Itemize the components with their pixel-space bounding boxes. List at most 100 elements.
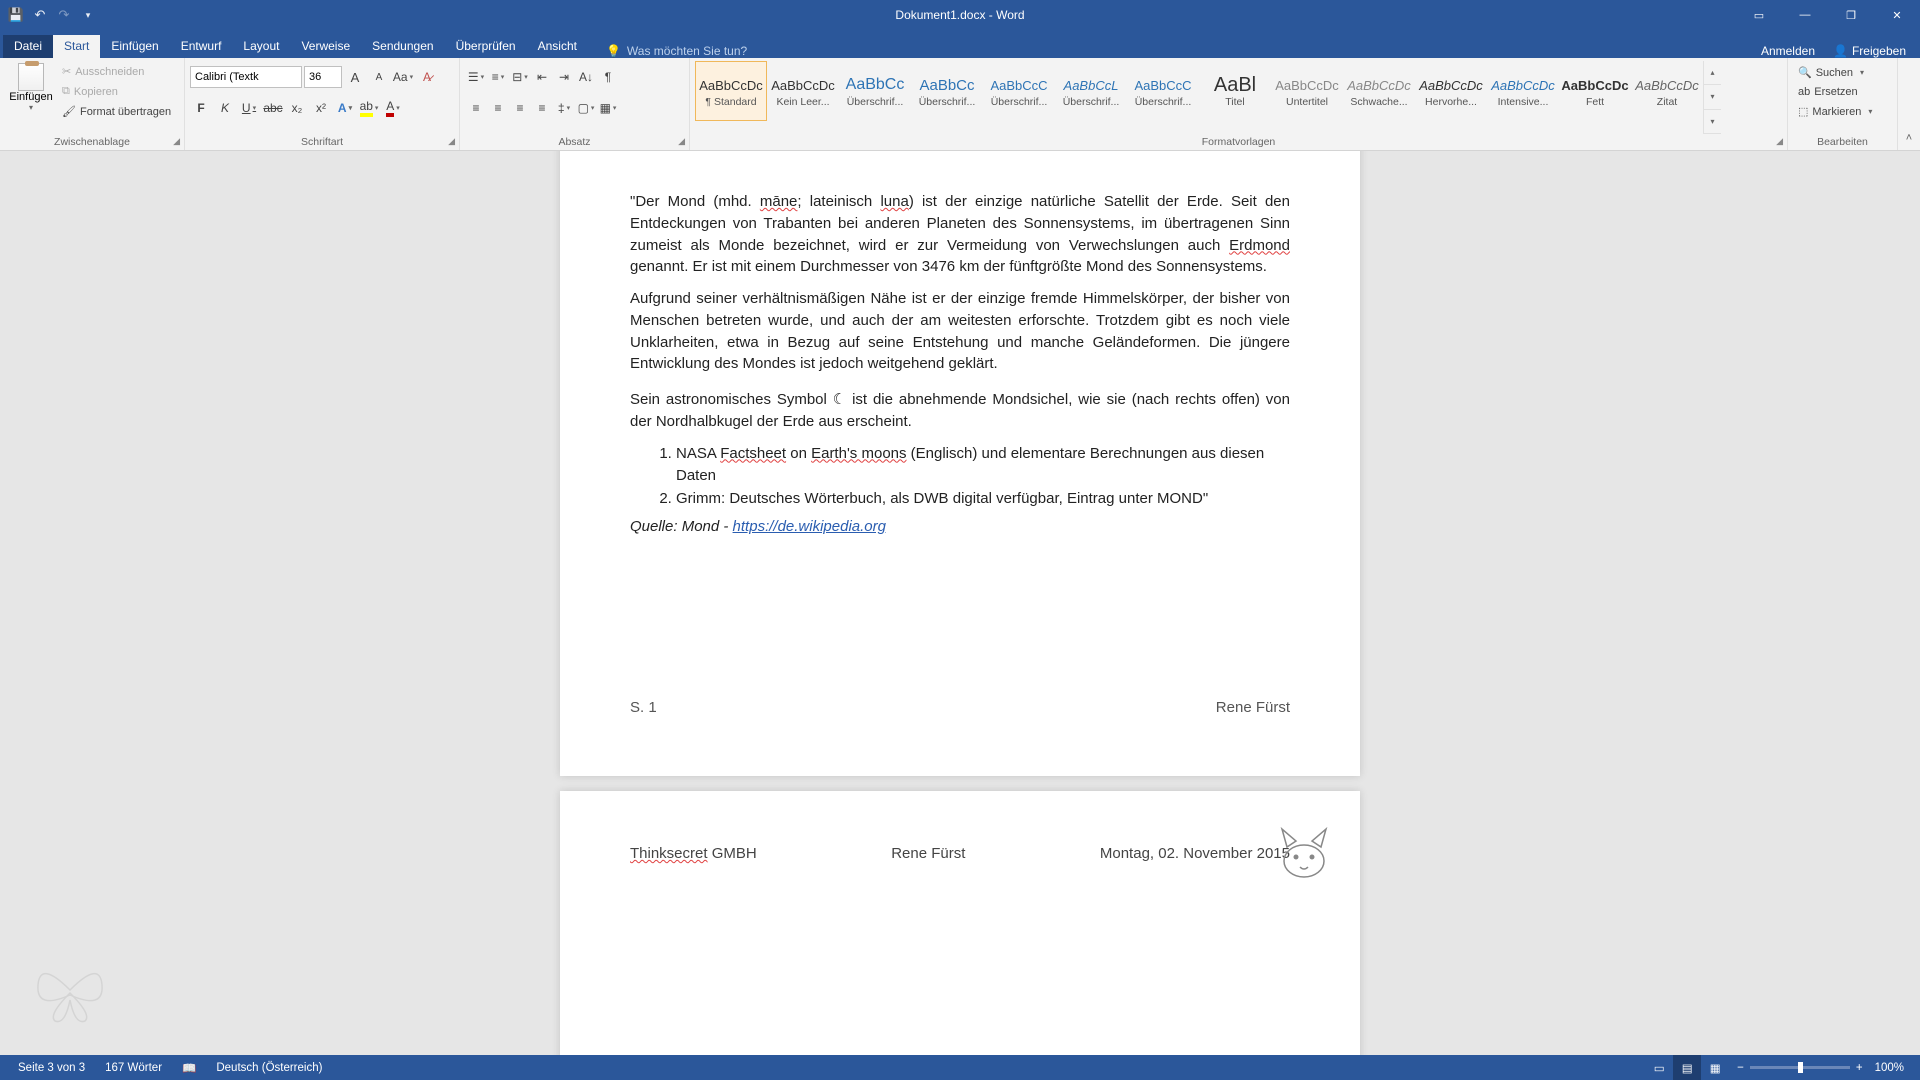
tell-me[interactable]: 💡 Was möchten Sie tun? (588, 44, 747, 58)
gallery-up-icon[interactable]: ▴ (1704, 61, 1721, 85)
numbering-icon[interactable]: ≡ (487, 66, 509, 88)
line-spacing-icon[interactable]: ‡ (553, 97, 575, 119)
tab-references[interactable]: Verweise (290, 35, 361, 58)
status-proofing-icon[interactable]: 📖 (172, 1061, 206, 1075)
redo-icon[interactable]: ↷ (56, 7, 72, 23)
collapse-ribbon-icon[interactable]: ˄ (1898, 58, 1920, 150)
style-item[interactable]: AaBbCcÜberschrif... (911, 61, 983, 121)
spelling-error[interactable]: Factsheet (720, 445, 786, 462)
spelling-error[interactable]: luna (880, 193, 908, 210)
tab-start[interactable]: Start (53, 35, 100, 58)
show-marks-icon[interactable]: ¶ (597, 66, 619, 88)
status-page[interactable]: Seite 3 von 3 (8, 1062, 95, 1074)
share-button[interactable]: 👤Freigeben (1833, 44, 1906, 58)
spelling-error[interactable]: māne (760, 193, 798, 210)
zoom-slider[interactable] (1750, 1066, 1850, 1069)
subscript-icon[interactable]: x₂ (286, 97, 308, 119)
superscript-icon[interactable]: x² (310, 97, 332, 119)
align-right-icon[interactable]: ≡ (509, 97, 531, 119)
tab-layout[interactable]: Layout (232, 35, 290, 58)
font-color-icon[interactable]: A (382, 97, 404, 119)
style-item[interactable]: AaBbCcDc¶ Standard (695, 61, 767, 121)
tab-review[interactable]: Überprüfen (445, 35, 527, 58)
gallery-expand-icon[interactable]: ▾ (1704, 110, 1721, 134)
style-item[interactable]: AaBbCcCÜberschrif... (1127, 61, 1199, 121)
tell-me-text: Was möchten Sie tun? (627, 44, 747, 58)
font-size-input[interactable] (304, 66, 342, 88)
style-item[interactable]: AaBbCcÜberschrif... (839, 61, 911, 121)
minimize-icon[interactable]: — (1782, 0, 1828, 30)
spelling-error[interactable]: Erdmond (1229, 237, 1290, 254)
style-item[interactable]: AaBbCcDcUntertitel (1271, 61, 1343, 121)
italic-icon[interactable]: K (214, 97, 236, 119)
replace-button[interactable]: abErsetzen (1793, 83, 1877, 101)
sort-icon[interactable]: A↓ (575, 66, 597, 88)
tab-view[interactable]: Ansicht (527, 35, 588, 58)
text-effects-icon[interactable]: A (334, 97, 356, 119)
select-button[interactable]: ⬚Markieren▾ (1793, 102, 1877, 121)
view-read-icon[interactable]: ▭ (1645, 1055, 1673, 1080)
underline-icon[interactable]: U (238, 97, 260, 119)
sign-in-link[interactable]: Anmelden (1761, 44, 1815, 58)
document-area[interactable]: "Der Mond (mhd. māne; lateinisch luna) i… (0, 151, 1920, 1055)
paste-button[interactable]: Einfügen ▾ (5, 61, 57, 134)
tab-file[interactable]: Datei (3, 35, 53, 58)
grow-font-icon[interactable]: A (344, 66, 366, 88)
spelling-error[interactable]: Earth's moons (811, 445, 906, 462)
font-launcher-icon[interactable]: ◢ (448, 136, 455, 147)
style-item[interactable]: AaBbCcDcIntensive... (1487, 61, 1559, 121)
styles-gallery-more[interactable]: ▴ ▾ ▾ (1703, 61, 1721, 134)
spelling-error[interactable]: Thinksecret (630, 845, 708, 862)
decrease-indent-icon[interactable]: ⇤ (531, 66, 553, 88)
zoom-level[interactable]: 100% (1875, 1062, 1904, 1074)
styles-gallery[interactable]: AaBbCcDc¶ StandardAaBbCcDcKein Leer...Aa… (695, 61, 1703, 121)
source-link[interactable]: https://de.wikipedia.org (733, 518, 886, 535)
close-icon[interactable]: ✕ (1874, 0, 1920, 30)
status-words[interactable]: 167 Wörter (95, 1062, 172, 1074)
style-item[interactable]: AaBlTitel (1199, 61, 1271, 121)
styles-launcher-icon[interactable]: ◢ (1776, 136, 1783, 147)
strike-icon[interactable]: abc (262, 97, 284, 119)
font-name-input[interactable] (190, 66, 302, 88)
zoom-out-icon[interactable]: − (1737, 1062, 1744, 1074)
bullets-icon[interactable]: ☰ (465, 66, 487, 88)
maximize-icon[interactable]: ❐ (1828, 0, 1874, 30)
paragraph-launcher-icon[interactable]: ◢ (678, 136, 685, 147)
save-icon[interactable]: 💾 (8, 7, 24, 23)
borders-icon[interactable]: ▦ (597, 97, 619, 119)
gallery-down-icon[interactable]: ▾ (1704, 85, 1721, 109)
style-item[interactable]: AaBbCcDcSchwache... (1343, 61, 1415, 121)
tab-mailings[interactable]: Sendungen (361, 35, 444, 58)
view-print-icon[interactable]: ▤ (1673, 1055, 1701, 1080)
ribbon-options-icon[interactable]: ▭ (1736, 0, 1782, 30)
highlight-icon[interactable]: ab (358, 97, 380, 119)
change-case-icon[interactable]: Aa (392, 66, 414, 88)
align-center-icon[interactable]: ≡ (487, 97, 509, 119)
increase-indent-icon[interactable]: ⇥ (553, 66, 575, 88)
style-item[interactable]: AaBbCcDcZitat (1631, 61, 1703, 121)
tab-design[interactable]: Entwurf (170, 35, 233, 58)
style-item[interactable]: AaBbCcCÜberschrif... (983, 61, 1055, 121)
zoom-in-icon[interactable]: + (1856, 1062, 1863, 1074)
copy-button[interactable]: ⧉Kopieren (57, 82, 176, 101)
shrink-font-icon[interactable]: A (368, 66, 390, 88)
style-item[interactable]: AaBbCcDcFett (1559, 61, 1631, 121)
shading-icon[interactable]: ▢ (575, 97, 597, 119)
clipboard-launcher-icon[interactable]: ◢ (173, 136, 180, 147)
style-item[interactable]: AaBbCcDcHervorhe... (1415, 61, 1487, 121)
qat-more-icon[interactable]: ▾ (80, 7, 96, 23)
tab-insert[interactable]: Einfügen (100, 35, 169, 58)
bold-icon[interactable]: F (190, 97, 212, 119)
undo-icon[interactable]: ↶ (32, 7, 48, 23)
style-item[interactable]: AaBbCcLÜberschrif... (1055, 61, 1127, 121)
justify-icon[interactable]: ≡ (531, 97, 553, 119)
clear-formatting-icon[interactable]: A̷ (416, 66, 438, 88)
multilevel-icon[interactable]: ⊟ (509, 66, 531, 88)
cut-button[interactable]: ✂Ausschneiden (57, 62, 176, 81)
status-language[interactable]: Deutsch (Österreich) (206, 1062, 332, 1074)
view-web-icon[interactable]: ▦ (1701, 1055, 1729, 1080)
find-button[interactable]: 🔍Suchen▾ (1793, 63, 1877, 82)
style-item[interactable]: AaBbCcDcKein Leer... (767, 61, 839, 121)
align-left-icon[interactable]: ≡ (465, 97, 487, 119)
format-painter-button[interactable]: 🖌Format übertragen (57, 102, 176, 121)
